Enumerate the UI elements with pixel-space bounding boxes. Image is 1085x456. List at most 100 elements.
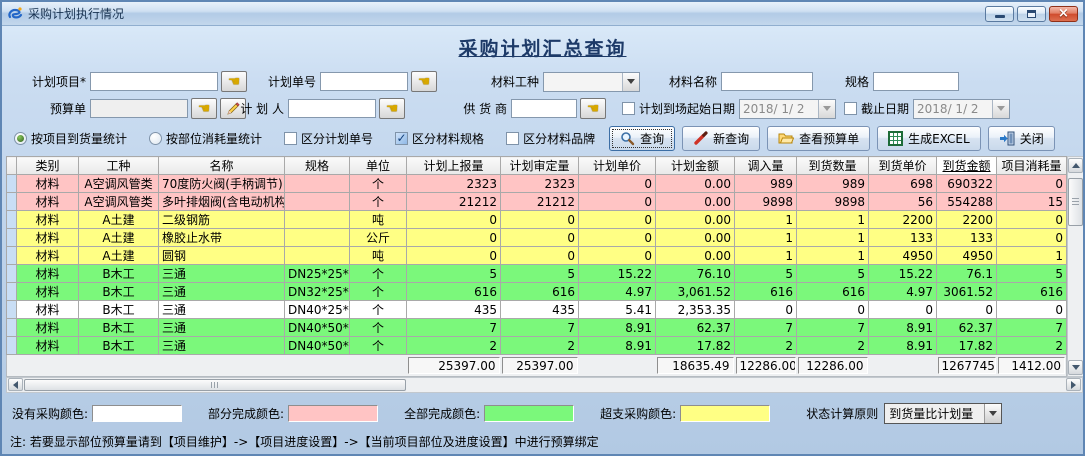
material-name-input[interactable] [721, 72, 813, 91]
table-row[interactable]: 材料B木工三通DN40*25*32个4354355.412,353.350000… [7, 301, 1067, 319]
arrival-start-date-select[interactable]: 2018/ 1/ 2 [739, 99, 836, 119]
table-row[interactable]: 材料A土建二级钢筋吨0000.0011220022000 [7, 211, 1067, 229]
plan-project-input[interactable] [90, 72, 218, 91]
dropdown-arrow-button[interactable] [984, 404, 1001, 423]
cell: 材料 [17, 229, 79, 247]
table-row[interactable]: 材料B木工三通DN25*25*25个5515.2276.105515.2276.… [7, 265, 1067, 283]
radio-by-project-arrival[interactable] [14, 132, 27, 145]
arrival-start-checkbox[interactable] [622, 102, 635, 115]
material-type-select[interactable] [543, 72, 640, 92]
column-header[interactable]: 计划上报量 [407, 157, 501, 175]
column-header[interactable]: 单位 [350, 157, 407, 175]
column-header[interactable]: 到货金额 [937, 157, 997, 175]
horizontal-scrollbar[interactable] [6, 377, 1083, 393]
spec-input[interactable] [873, 72, 959, 91]
arrival-end-checkbox[interactable] [844, 102, 857, 115]
supplier-picker-button[interactable] [580, 98, 606, 119]
table-row[interactable]: 材料A空调风管类70度防火阀(手柄调节)个2323232300.00989989… [7, 175, 1067, 193]
column-header[interactable]: 计划金额 [656, 157, 735, 175]
budget-input[interactable] [90, 99, 188, 118]
vertical-scroll-thumb[interactable] [1068, 178, 1083, 226]
row-indicator[interactable] [7, 337, 17, 355]
scroll-right-button[interactable] [1066, 378, 1081, 391]
row-indicator[interactable] [7, 229, 17, 247]
planner-input[interactable] [288, 99, 376, 118]
radio-by-part-consumption[interactable] [149, 132, 162, 145]
row-indicator[interactable] [7, 265, 17, 283]
cell: 5 [501, 265, 579, 283]
checkbox-distinguish-plan-no[interactable] [284, 132, 297, 145]
cell: 56 [869, 193, 937, 211]
table-row[interactable]: 材料B木工三通DN40*50*25个778.9162.37778.9162.37… [7, 319, 1067, 337]
column-header[interactable]: 工种 [79, 157, 159, 175]
minimize-button[interactable] [985, 6, 1014, 22]
dropdown-arrow-button[interactable] [992, 100, 1009, 118]
cell: 989 [797, 175, 869, 193]
plan-project-label: 计划项目* [14, 73, 86, 90]
scroll-up-button[interactable] [1068, 158, 1083, 173]
row-indicator[interactable] [7, 301, 17, 319]
table-row[interactable]: 材料A土建圆钢吨0000.0011495049501 [7, 247, 1067, 265]
generate-excel-button[interactable]: 生成EXCEL [877, 126, 981, 151]
arrow-right-icon [1071, 381, 1076, 389]
column-header[interactable]: 类别 [17, 157, 79, 175]
planner-label: 计 划 人 [229, 100, 284, 117]
cell: 554288 [937, 193, 997, 211]
row-indicator[interactable] [7, 193, 17, 211]
scroll-down-button[interactable] [1068, 360, 1083, 375]
view-budget-button[interactable]: 查看预算单 [767, 126, 870, 151]
close-button[interactable]: × [1049, 6, 1078, 22]
supplier-input[interactable] [511, 99, 577, 118]
principle-select[interactable]: 到货量比计划量 [884, 403, 1002, 424]
titlebar[interactable]: 采购计划执行情况 × [2, 2, 1083, 26]
row-indicator[interactable] [7, 319, 17, 337]
dropdown-arrow-button[interactable] [818, 100, 835, 118]
new-query-button[interactable]: 新查询 [682, 126, 760, 151]
chevron-down-icon [823, 106, 831, 111]
row-indicator[interactable] [7, 175, 17, 193]
maximize-button[interactable] [1017, 6, 1046, 22]
query-button[interactable]: 查询 [609, 126, 675, 151]
budget-picker-button[interactable] [191, 98, 217, 119]
plan-no-picker-button[interactable] [411, 71, 437, 92]
column-header[interactable]: 项目消耗量 [997, 157, 1067, 175]
scroll-left-button[interactable] [8, 378, 23, 391]
table-row[interactable]: 材料A土建橡胶止水带公斤0000.00111331330 [7, 229, 1067, 247]
vertical-scrollbar[interactable] [1067, 156, 1084, 377]
plan-no-input[interactable] [320, 72, 408, 91]
cell: 0 [501, 247, 579, 265]
horizontal-scroll-thumb[interactable] [24, 379, 406, 391]
plan-no-label: 计划单号 [261, 73, 316, 90]
column-header[interactable]: 名称 [159, 157, 285, 175]
planner-picker-button[interactable] [379, 98, 405, 119]
plan-project-picker-button[interactable] [221, 71, 247, 92]
cell: 个 [350, 301, 407, 319]
cell: 0 [579, 211, 656, 229]
totals-cell: 1412.00 [997, 355, 1067, 376]
column-header[interactable]: 计划审定量 [501, 157, 579, 175]
arrival-end-date-select[interactable]: 2018/ 1/ 2 [913, 99, 1010, 119]
cell [285, 193, 350, 211]
legend-none-swatch [92, 405, 182, 422]
row-indicator[interactable] [7, 283, 17, 301]
column-header[interactable]: 计划单价 [579, 157, 656, 175]
table-row[interactable]: 材料A空调风管类多叶排烟阀(含电动机构个212122121200.0098989… [7, 193, 1067, 211]
close-form-button[interactable]: 关闭 [988, 126, 1055, 151]
row-indicator[interactable] [7, 247, 17, 265]
cell: A土建 [79, 247, 159, 265]
dropdown-arrow-button[interactable] [622, 73, 639, 91]
brush-icon [693, 131, 708, 146]
column-header[interactable]: 调入量 [735, 157, 797, 175]
cell: 690322 [937, 175, 997, 193]
column-header[interactable]: 到货单价 [869, 157, 937, 175]
table-row[interactable]: 材料B木工三通DN32*25*25个6166164.973,061.526166… [7, 283, 1067, 301]
table-row[interactable]: 材料B木工三通DN40*50*32个228.9117.82228.9117.82… [7, 337, 1067, 355]
cell: 4.97 [869, 283, 937, 301]
column-header[interactable]: 规格 [285, 157, 350, 175]
row-indicator[interactable] [7, 211, 17, 229]
column-header[interactable]: 到货数量 [797, 157, 869, 175]
checkbox-distinguish-brand[interactable] [506, 132, 519, 145]
cell: A土建 [79, 229, 159, 247]
arrival-end-label: 截止日期 [861, 100, 909, 117]
checkbox-distinguish-spec[interactable] [395, 132, 408, 145]
